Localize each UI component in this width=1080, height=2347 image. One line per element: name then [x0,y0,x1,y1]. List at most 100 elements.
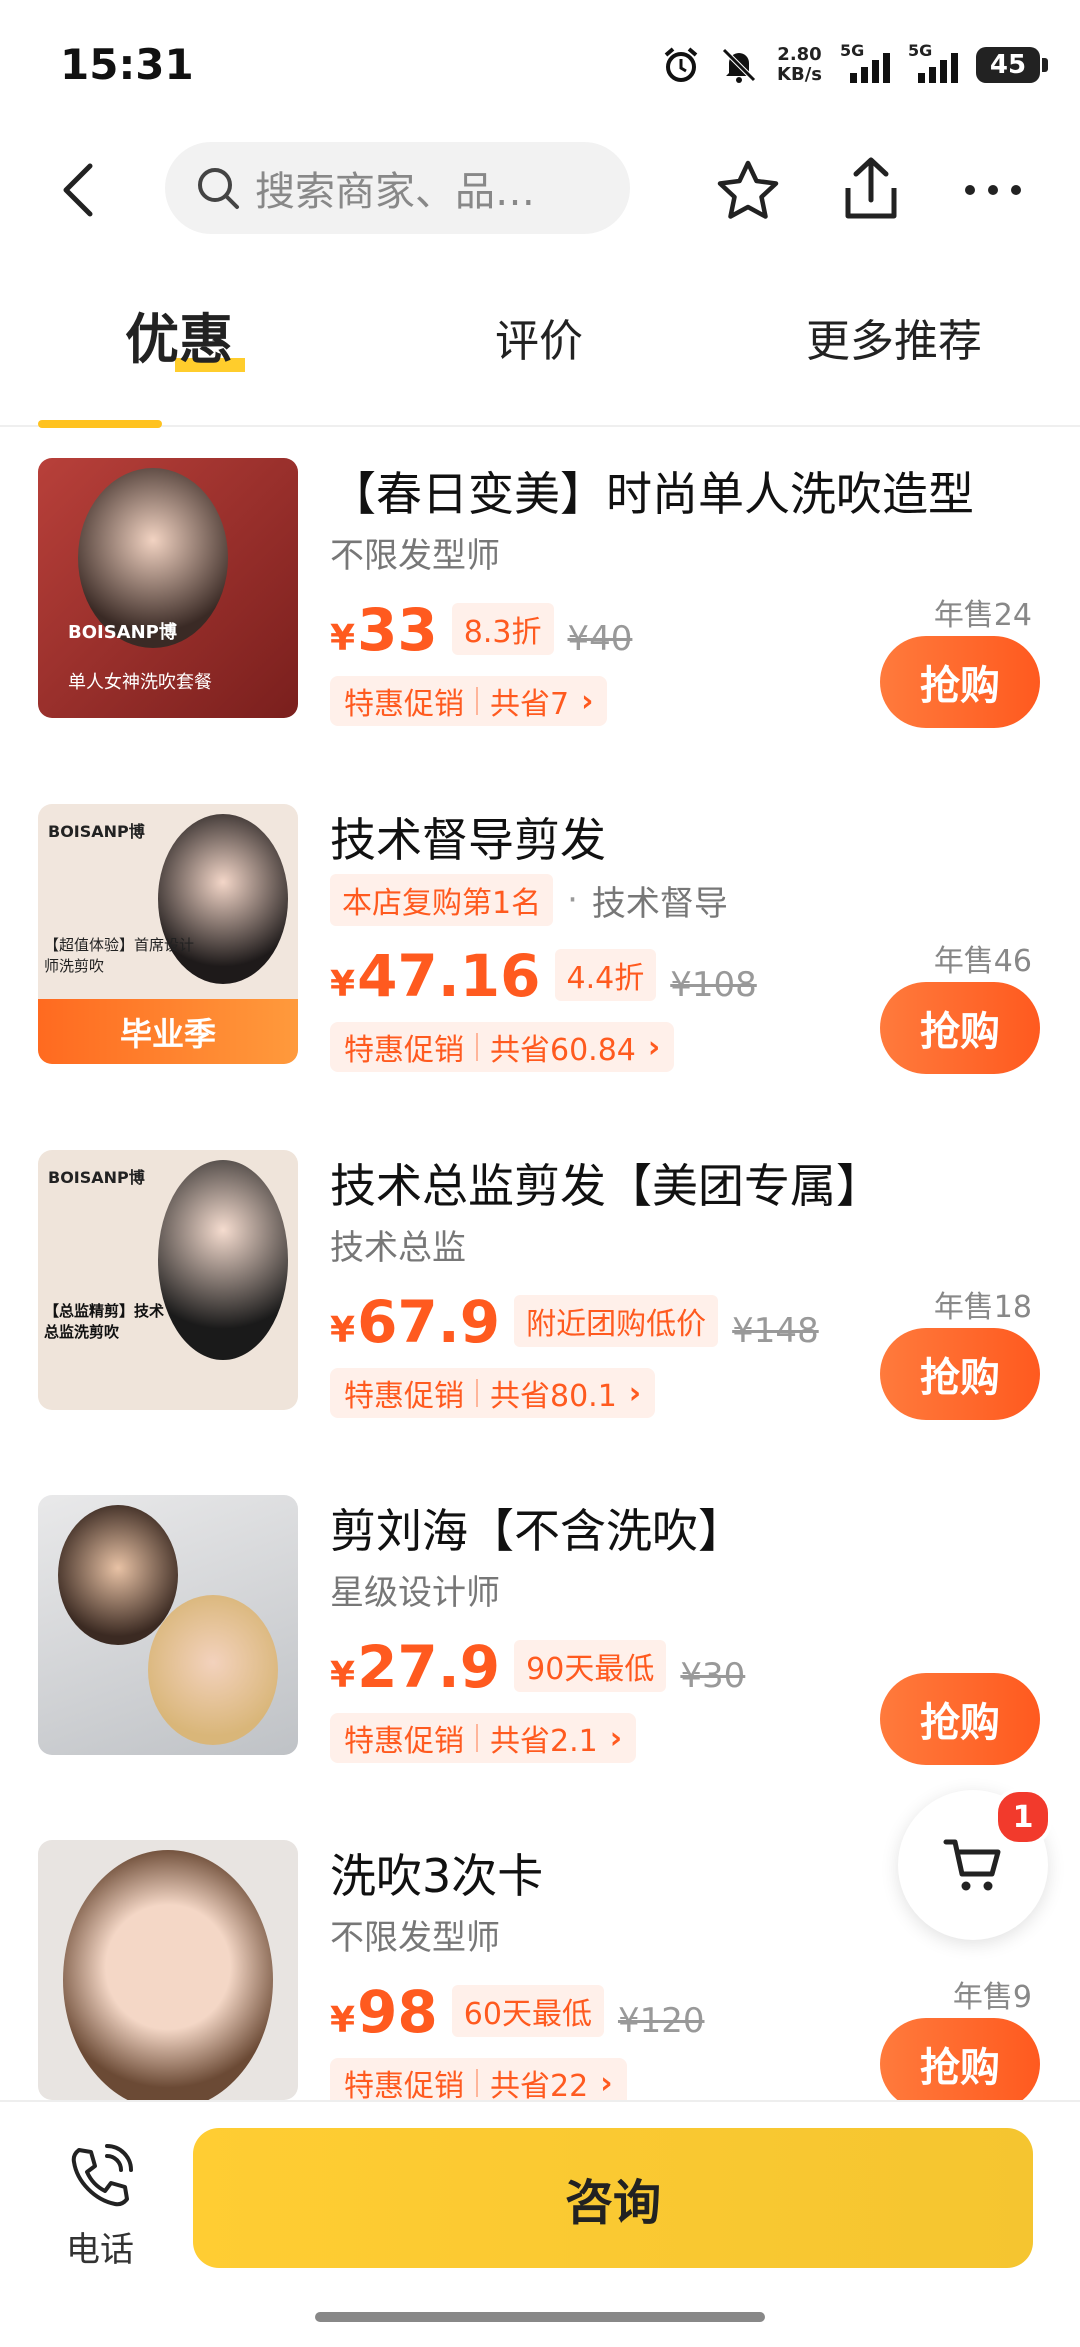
promo-tag[interactable]: 特惠促销 共省80.1 › [330,1368,656,1418]
chevron-right-icon: › [647,1029,661,1065]
status-icons: 2.80 KB/s 5G 5G 45 [661,40,1048,90]
home-indicator[interactable] [315,2312,765,2322]
deal-title: 【春日变美】时尚单人洗吹造型 [330,467,974,521]
deal-thumbnail [38,1840,298,2100]
thumb-banner: 毕业季 [38,999,298,1064]
discount-tag: 附近团购低价 [514,1295,719,1347]
price: 67.9 [357,1288,501,1356]
promo-saving: 共省80.1 [490,1379,617,1414]
back-icon[interactable] [50,160,110,220]
deal-subtitle: 不限发型师 [330,536,500,576]
annual-sales: 年售18 [933,1290,1032,1325]
thumb-brand: BOISANP博 [48,1168,145,1187]
tab-deals[interactable]: 优惠 [125,295,245,374]
share-icon[interactable] [838,154,904,224]
price: 33 [357,596,438,664]
price-line: ¥ 98 60天最低 ¥120 [330,1978,705,2046]
price-currency: ¥ [330,1310,356,1351]
deal-item[interactable]: 剪刘海【不含洗吹】 星级设计师 ¥ 27.9 90天最低 ¥30 特惠促销 共省… [0,1495,1080,1795]
deal-subtitle-row: 不限发型师 [330,1910,500,1959]
phone-label: 电话 [66,2230,134,2270]
consult-button[interactable]: 咨询 [193,2128,1033,2268]
annual-sales: 年售46 [933,944,1032,979]
promo-saving: 共省22 [490,2069,589,2104]
price-line: ¥ 67.9 附近团购低价 ¥148 [330,1288,819,1356]
discount-tag: 4.4折 [554,949,657,1001]
price: 47.16 [357,942,541,1010]
cart-icon [943,1839,1001,1891]
deal-subtitle: 不限发型师 [330,1918,500,1958]
chevron-right-icon: › [600,2065,613,2101]
deal-subtitle: 星级设计师 [330,1573,500,1613]
thumb-caption: 单人女神洗吹套餐 [68,672,212,693]
tab-reviews[interactable]: 评价 [495,305,583,369]
tab-bar: 优惠 评价 更多推荐 [0,285,1080,428]
price: 98 [357,1978,438,2046]
net-speed-value: 2.80 [777,44,822,65]
deal-title: 洗吹3次卡 [330,1849,544,1903]
signal-1: 5G [840,41,890,83]
deal-subtitle: 技术督导 [591,883,728,924]
promo-saving: 共省2.1 [490,1724,598,1759]
original-price: ¥120 [617,2001,705,2041]
promo-tag[interactable]: 特惠促销 共省7 › [330,676,608,726]
annual-sales: 年售24 [933,598,1032,633]
price-line: ¥ 27.9 90天最低 ¥30 [330,1633,745,1701]
promo-label: 特惠促销 [344,1724,464,1759]
buy-button[interactable]: 抢购 [880,1328,1040,1420]
price: 27.9 [357,1633,501,1701]
thumb-brand: BOISANP博 [68,622,177,643]
cart-button[interactable]: 1 [898,1788,1052,1940]
signal-2-label: 5G [908,41,933,60]
deal-title: 技术督导剪发 [330,813,606,867]
thumb-caption: 【总监精剪】技术总监洗剪吹 [44,1302,165,1341]
discount-tag: 90天最低 [514,1640,667,1692]
discount-tag: 60天最低 [451,1985,604,2037]
deal-subtitle: 技术总监 [330,1228,466,1268]
discount-tag: 8.3折 [451,603,554,655]
deal-title: 技术总监剪发【美团专属】 [330,1159,882,1213]
chevron-right-icon: › [609,1720,623,1756]
original-price: ¥148 [732,1311,819,1351]
tab-deals-label: 优惠 [125,308,233,371]
deal-item[interactable]: BOISANP博 【超值体验】首席设计师洗剪吹 毕业季 技术督导剪发 本店复购第… [0,804,1080,1104]
top-nav: 搜索商家、品… [0,140,1080,240]
promo-tag[interactable]: 特惠促销 共省60.84 › [330,1022,675,1072]
deal-item[interactable]: BOISANP博 单人女神洗吹套餐 【春日变美】时尚单人洗吹造型 不限发型师 ¥… [0,458,1080,758]
search-bar[interactable]: 搜索商家、品… [165,142,630,234]
promo-saving: 共省7 [490,687,570,722]
deal-thumbnail: BOISANP博 【总监精剪】技术总监洗剪吹 [38,1150,298,1410]
deal-item[interactable]: BOISANP博 【总监精剪】技术总监洗剪吹 技术总监剪发【美团专属】 技术总监… [0,1150,1080,1450]
deal-subtitle-row: 星级设计师 [330,1565,500,1614]
tab-more-label: 更多推荐 [806,316,982,367]
deal-thumbnail [38,1495,298,1755]
net-speed: 2.80 KB/s [777,45,822,85]
buy-button[interactable]: 抢购 [880,982,1040,1074]
net-speed-unit: KB/s [777,64,822,85]
buy-button[interactable]: 抢购 [880,636,1040,728]
search-icon [198,168,239,209]
promo-saving: 共省60.84 [490,1033,636,1068]
deal-subtitle-row: 本店复购第1名 · 技术督导 [330,874,728,926]
alarm-icon [664,47,698,82]
search-placeholder: 搜索商家、品… [255,169,535,215]
battery-indicator: 45 [976,47,1048,83]
buy-button[interactable]: 抢购 [880,2018,1040,2110]
star-icon[interactable] [715,158,781,224]
more-icon[interactable] [960,170,1026,210]
tab-reviews-label: 评价 [495,316,583,367]
chevron-right-icon: › [581,683,594,719]
phone-button[interactable]: 电话 [50,2142,150,2271]
buy-button[interactable]: 抢购 [880,1673,1040,1765]
cart-badge: 1 [994,1788,1052,1846]
mute-bell-icon [722,48,756,83]
promo-label: 特惠促销 [344,1033,464,1068]
price-line: ¥ 47.16 4.4折 ¥108 [330,942,757,1010]
thumb-caption: 【超值体验】首席设计师洗剪吹 [44,936,195,975]
rank-badge: 本店复购第1名 [330,874,554,926]
promo-label: 特惠促销 [344,1379,464,1414]
original-price: ¥30 [680,1656,746,1696]
signal-2: 5G [908,41,958,83]
tab-more-recommend[interactable]: 更多推荐 [806,305,982,369]
promo-tag[interactable]: 特惠促销 共省2.1 › [330,1713,637,1763]
